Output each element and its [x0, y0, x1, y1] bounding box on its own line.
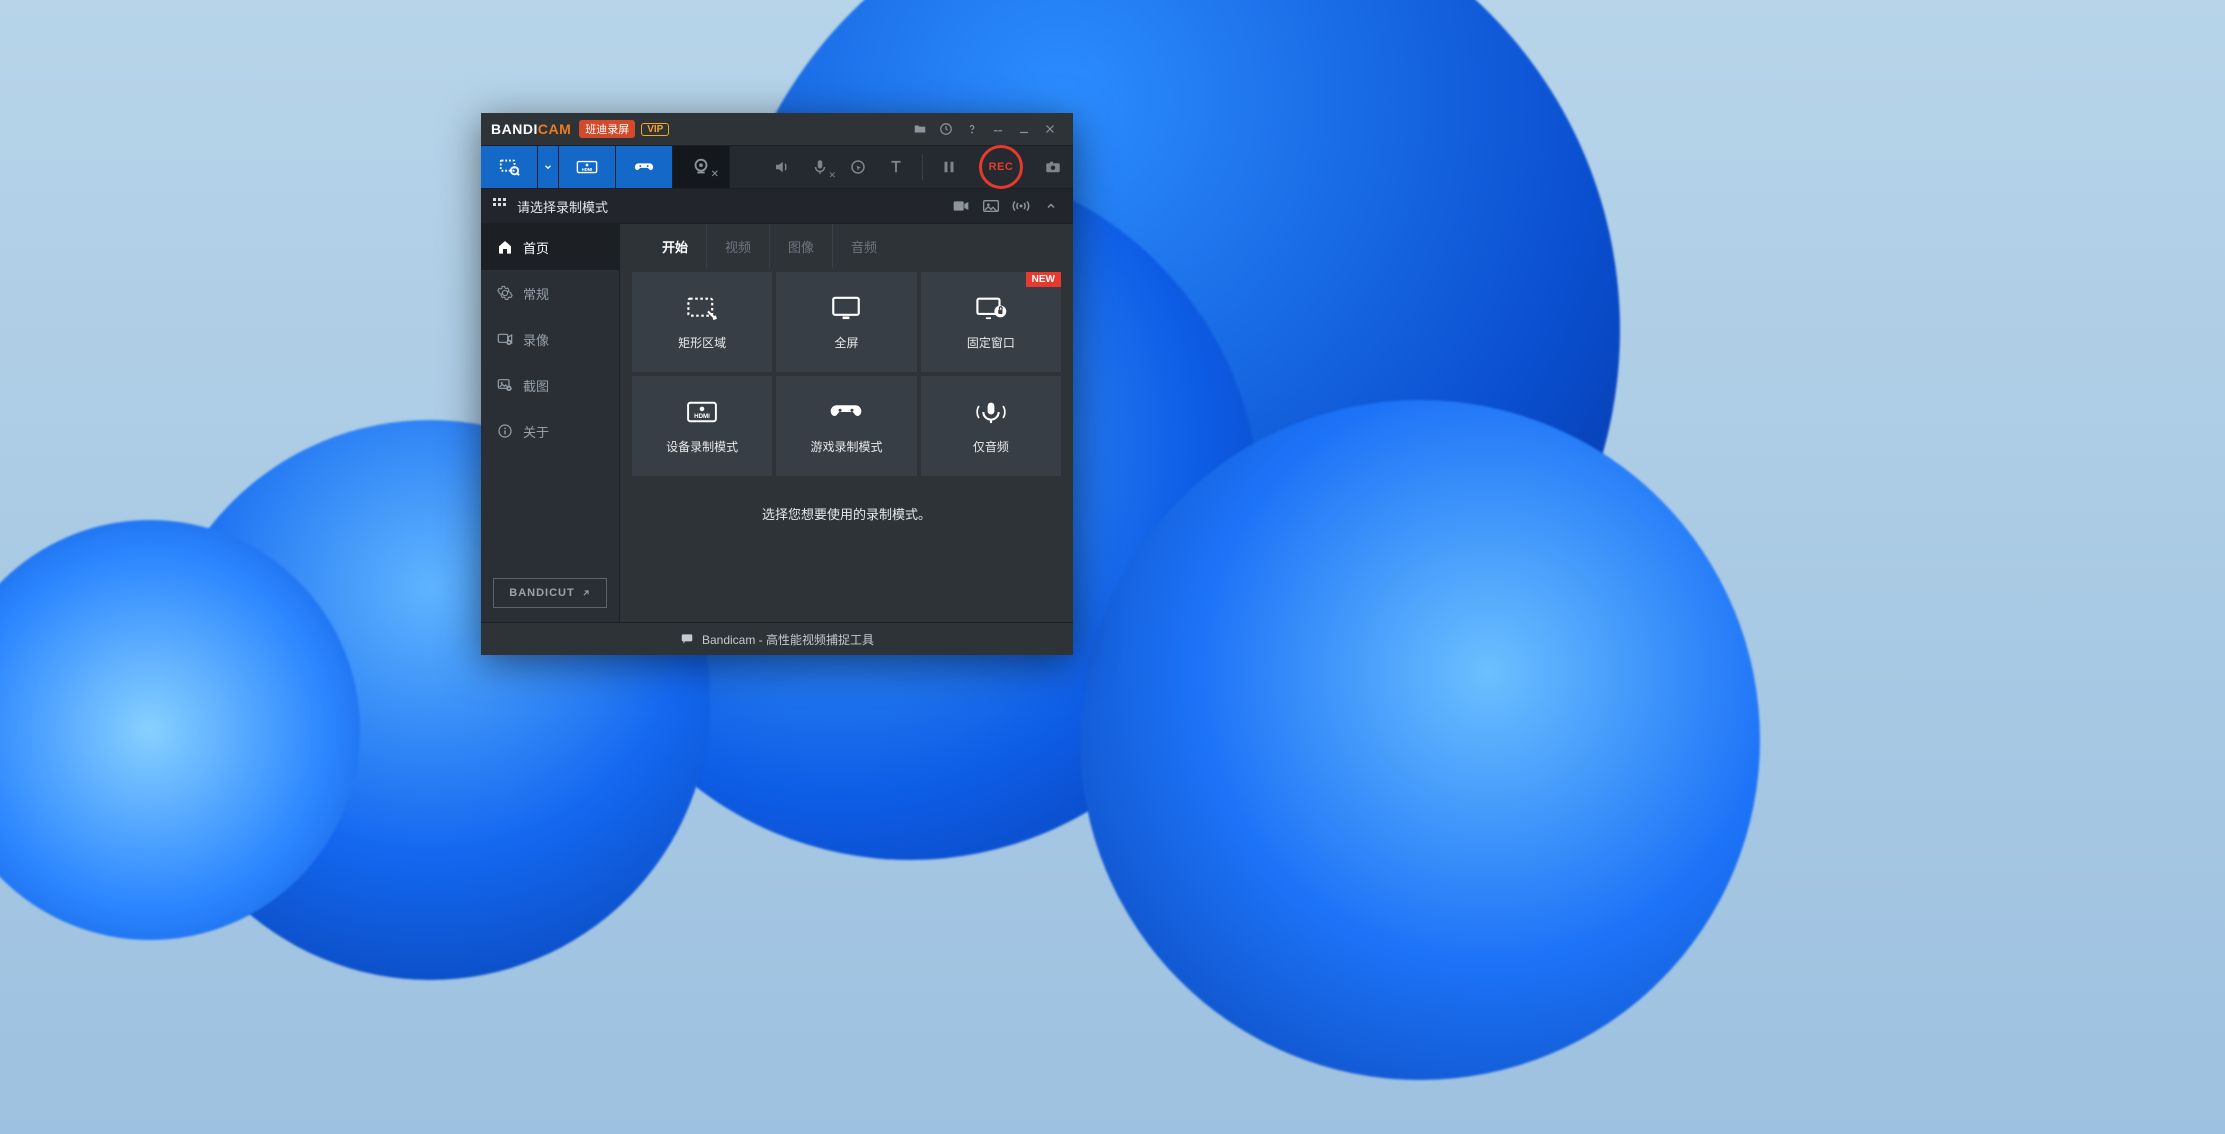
device-mode-button[interactable]: HDMI: [559, 146, 616, 188]
sidebar-item-about[interactable]: 关于: [481, 408, 619, 454]
bandicut-label: BANDICUT: [509, 587, 574, 599]
tab-audio[interactable]: 音频: [833, 224, 895, 268]
mic-toggle[interactable]: ✕: [808, 155, 832, 179]
tab-label: 视频: [725, 237, 751, 256]
svg-text:HDMI: HDMI: [694, 413, 710, 420]
help-button[interactable]: [959, 116, 985, 142]
logo-text-a: BANDI: [491, 121, 538, 137]
tab-label: 开始: [662, 237, 688, 256]
disabled-x-icon: ✕: [711, 169, 719, 180]
mode-audio-only[interactable]: 仅音频: [921, 376, 1061, 476]
sidebar-item-label: 常规: [523, 284, 549, 303]
footer-text: Bandicam - 高性能视频捕捉工具: [702, 631, 874, 648]
tab-start[interactable]: 开始: [644, 224, 707, 268]
disabled-x-icon: ✕: [828, 170, 836, 181]
mode-fullscreen[interactable]: 全屏: [776, 272, 916, 372]
mode-grid: 矩形区域 全屏 NEW 固定窗口 HDMI 设备录制模式 游戏录制模式: [620, 268, 1073, 476]
compact-mode-button[interactable]: [985, 116, 1011, 142]
tab-image[interactable]: 图像: [770, 224, 833, 268]
sidebar-item-video[interactable]: 录像: [481, 316, 619, 362]
tab-label: 音频: [851, 237, 877, 256]
hint-text: 选择您想要使用的录制模式。: [620, 476, 1073, 551]
chat-icon: [680, 632, 694, 646]
grid-icon: [493, 198, 507, 215]
mode-label: 全屏: [834, 334, 858, 351]
pause-button[interactable]: [937, 155, 961, 179]
screen-mode-button[interactable]: [481, 146, 538, 188]
vip-badge: VIP: [641, 123, 669, 136]
mode-label: 矩形区域: [678, 334, 726, 351]
tab-label: 图像: [788, 237, 814, 256]
mode-game[interactable]: 游戏录制模式: [776, 376, 916, 476]
mode-label: 游戏录制模式: [810, 438, 882, 455]
logo-text-b: CAM: [538, 121, 571, 137]
new-badge: NEW: [1026, 272, 1061, 287]
svg-text:HDMI: HDMI: [582, 167, 593, 172]
desktop-wallpaper: [0, 0, 2225, 1134]
mode-toolbar: HDMI ✕ ✕: [481, 145, 1073, 189]
mode-device[interactable]: HDMI 设备录制模式: [632, 376, 772, 476]
app-logo: BANDICAM: [491, 121, 571, 137]
record-label: REC: [989, 161, 1014, 173]
mode-rectangle[interactable]: 矩形区域: [632, 272, 772, 372]
titlebar: BANDICAM 班迪录屏 VIP: [481, 113, 1073, 145]
tab-video[interactable]: 视频: [707, 224, 770, 268]
record-button[interactable]: REC: [979, 145, 1023, 189]
logo-subtitle: 班迪录屏: [579, 120, 635, 138]
toolbar-divider: [922, 154, 923, 180]
screenshot-button[interactable]: [1041, 155, 1065, 179]
schedule-button[interactable]: [933, 116, 959, 142]
status-row: 请选择录制模式: [481, 189, 1073, 224]
body: 首页 常规 录像 截图 关于 BANDICUT: [481, 224, 1073, 622]
sidebar: 首页 常规 录像 截图 关于 BANDICUT: [481, 224, 620, 622]
broadcast-indicator-icon[interactable]: [1011, 200, 1031, 212]
sidebar-item-label: 截图: [523, 376, 549, 395]
image-indicator-icon[interactable]: [981, 200, 1001, 212]
app-window: BANDICAM 班迪录屏 VIP HDMI: [481, 113, 1073, 655]
speaker-toggle[interactable]: [770, 155, 794, 179]
collapse-button[interactable]: [1041, 200, 1061, 212]
screen-mode-dropdown[interactable]: [538, 146, 559, 188]
sidebar-item-home[interactable]: 首页: [481, 224, 619, 270]
game-mode-button[interactable]: [616, 146, 673, 188]
sidebar-item-image[interactable]: 截图: [481, 362, 619, 408]
minimize-button[interactable]: [1011, 116, 1037, 142]
sidebar-item-general[interactable]: 常规: [481, 270, 619, 316]
mode-label: 仅音频: [973, 438, 1009, 455]
sidebar-item-label: 关于: [523, 422, 549, 441]
mode-fixed-window[interactable]: NEW 固定窗口: [921, 272, 1061, 372]
footer: Bandicam - 高性能视频捕捉工具: [481, 622, 1073, 655]
text-overlay-toggle[interactable]: [884, 155, 908, 179]
sidebar-item-label: 首页: [523, 238, 549, 257]
mode-label: 固定窗口: [967, 334, 1015, 351]
tabs: 开始 视频 图像 音频: [620, 224, 1073, 268]
bandicut-button[interactable]: BANDICUT: [493, 578, 607, 608]
webcam-toggle[interactable]: ✕: [673, 146, 730, 188]
status-text: 请选择录制模式: [517, 197, 608, 216]
close-button[interactable]: [1037, 116, 1063, 142]
cursor-effect-toggle[interactable]: [846, 155, 870, 179]
open-folder-button[interactable]: [907, 116, 933, 142]
content-area: 开始 视频 图像 音频 矩形区域 全屏 NEW 固定窗口: [620, 224, 1073, 622]
sidebar-item-label: 录像: [523, 330, 549, 349]
mode-label: 设备录制模式: [666, 438, 738, 455]
video-indicator-icon[interactable]: [951, 200, 971, 212]
